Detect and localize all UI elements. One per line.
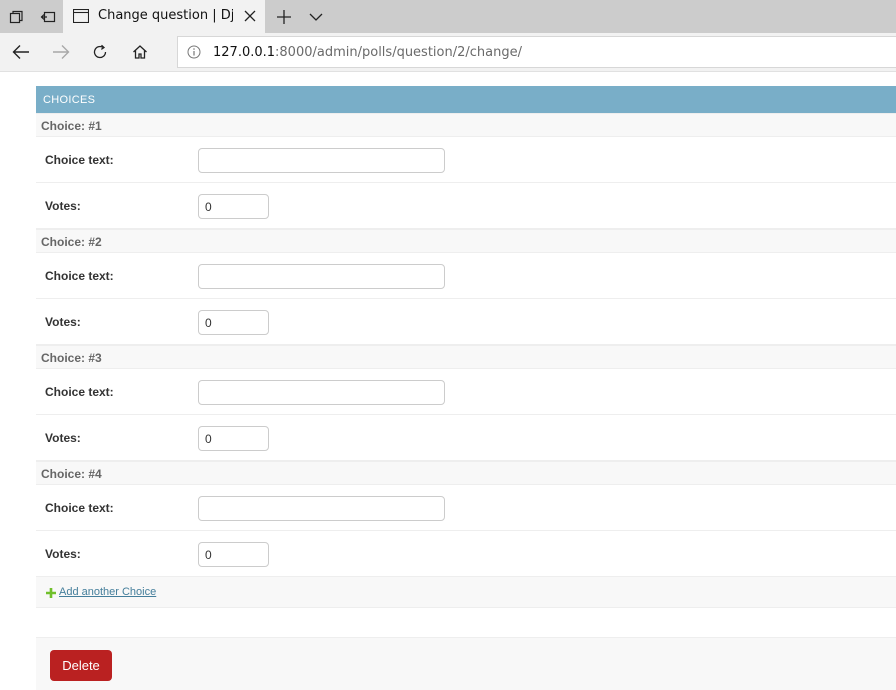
form-row-choice-text: Choice text: (36, 485, 896, 531)
votes-input[interactable] (198, 194, 269, 219)
tab-actions-icon[interactable] (0, 0, 32, 33)
votes-label: Votes: (45, 547, 81, 561)
inline-item: Choice: #3 Choice text: Votes: (36, 345, 896, 461)
info-icon[interactable] (187, 45, 201, 62)
refresh-icon[interactable] (81, 35, 119, 69)
url-host: 127.0.0.1 (213, 45, 276, 60)
inline-item-heading: Choice: #2 (36, 229, 896, 253)
set-tabs-aside-icon[interactable] (32, 0, 64, 33)
choices-inline-group: CHOICES Choice: #1 Choice text: Votes: C… (36, 86, 896, 608)
inline-item: Choice: #1 Choice text: Votes: (36, 113, 896, 229)
home-icon[interactable] (121, 35, 159, 69)
votes-input[interactable] (198, 310, 269, 335)
choice-text-input[interactable] (198, 264, 445, 289)
form-row-choice-text: Choice text: (36, 369, 896, 415)
votes-input[interactable] (198, 542, 269, 567)
choice-text-label: Choice text: (45, 501, 114, 515)
submit-row: Delete (36, 637, 896, 690)
new-tab-icon[interactable] (270, 0, 298, 33)
form-row-votes: Votes: (36, 183, 896, 229)
browser-nav-bar: 127.0.0.1:8000/admin/polls/question/2/ch… (0, 33, 896, 72)
url-text[interactable]: 127.0.0.1:8000/admin/polls/question/2/ch… (213, 45, 522, 60)
add-row: Add another Choice (36, 577, 896, 608)
choice-text-input[interactable] (198, 496, 445, 521)
url-path: :8000/admin/polls/question/2/change/ (275, 45, 522, 60)
votes-label: Votes: (45, 315, 81, 329)
tab-title: Change question | Django (98, 8, 233, 23)
choice-text-label: Choice text: (45, 269, 114, 283)
back-arrow-icon[interactable] (2, 35, 40, 69)
inline-item: Choice: #4 Choice text: Votes: (36, 461, 896, 577)
forward-arrow-icon[interactable] (42, 35, 80, 69)
choice-text-input[interactable] (198, 148, 445, 173)
votes-label: Votes: (45, 199, 81, 213)
module-caption: CHOICES (36, 86, 896, 113)
address-bar[interactable]: 127.0.0.1:8000/admin/polls/question/2/ch… (177, 36, 896, 68)
inline-item-heading: Choice: #4 (36, 461, 896, 485)
delete-button[interactable]: Delete (50, 650, 112, 681)
votes-input[interactable] (198, 426, 269, 451)
choice-text-input[interactable] (198, 380, 445, 405)
form-row-choice-text: Choice text: (36, 137, 896, 183)
choice-text-label: Choice text: (45, 153, 114, 167)
chevron-down-icon[interactable] (302, 0, 330, 33)
form-row-votes: Votes: (36, 415, 896, 461)
add-another-choice-link[interactable]: Add another Choice (59, 586, 156, 598)
form-row-votes: Votes: (36, 299, 896, 345)
page-icon (72, 8, 90, 26)
add-icon[interactable] (46, 586, 56, 601)
inline-item-heading: Choice: #1 (36, 113, 896, 137)
choice-text-label: Choice text: (45, 385, 114, 399)
form-row-votes: Votes: (36, 531, 896, 577)
close-tab-icon[interactable] (241, 7, 259, 25)
tab-active[interactable]: Change question | Django (63, 0, 265, 33)
inline-item-heading: Choice: #3 (36, 345, 896, 369)
inline-item: Choice: #2 Choice text: Votes: (36, 229, 896, 345)
form-row-choice-text: Choice text: (36, 253, 896, 299)
browser-tab-bar: Change question | Django (0, 0, 896, 33)
votes-label: Votes: (45, 431, 81, 445)
